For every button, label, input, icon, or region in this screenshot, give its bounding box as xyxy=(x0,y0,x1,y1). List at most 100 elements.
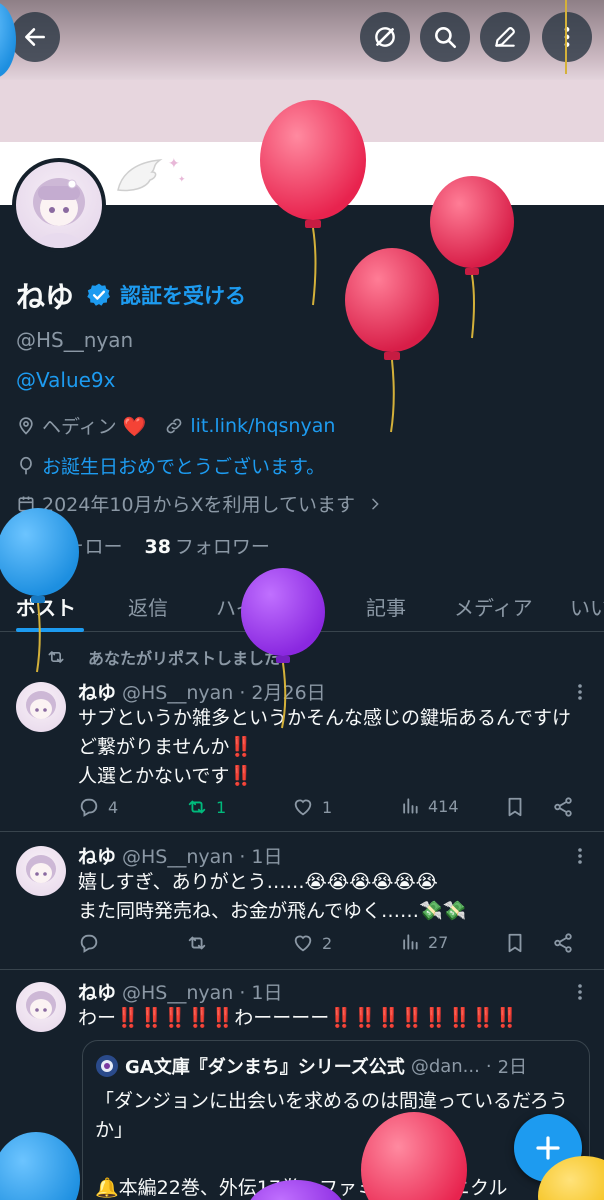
post-author-handle: @HS__nyan xyxy=(122,846,234,868)
post-more-icon[interactable] xyxy=(572,682,588,702)
plus-icon xyxy=(536,1136,560,1160)
svg-text:✦: ✦ xyxy=(178,175,186,185)
followers-link[interactable]: 38 フォロワー xyxy=(144,532,269,559)
back-arrow-icon xyxy=(25,28,45,46)
post-more-icon[interactable] xyxy=(572,982,588,1002)
quote-author-handle: @dan... xyxy=(410,1055,480,1077)
quote-text: 「ダンジョンに出会いを求めるのは間違っているだろうか」 🔔本編22巻、外伝17巻… xyxy=(95,1090,568,1199)
location-icon xyxy=(19,416,33,435)
post-actions: 4 1 1 414 xyxy=(78,796,588,822)
post-item[interactable]: ねゆ @HS__nyan · 1日 嬉しすぎ、ありがとう……😭😭😭😭😭😭 また同… xyxy=(0,832,604,970)
views-icon xyxy=(403,798,418,814)
tab-posts[interactable]: ポスト xyxy=(16,592,76,621)
post-header: ねゆ @HS__nyan · 2月26日 xyxy=(78,678,326,705)
followers-label: フォロワー xyxy=(174,536,270,558)
meta-joined[interactable]: 2024年10月からXを利用しています xyxy=(16,490,383,517)
compose-button[interactable] xyxy=(514,1114,582,1182)
repost-button[interactable]: 1 xyxy=(186,796,226,818)
views-icon xyxy=(403,934,418,950)
following-link[interactable]: 41 フォロー xyxy=(16,532,122,559)
verified-badge-icon xyxy=(87,283,110,306)
post-separator: · xyxy=(239,982,246,1004)
post-more-icon[interactable] xyxy=(572,846,588,866)
joined-text: 2024年10月からXを利用しています xyxy=(42,494,355,516)
tab-articles[interactable]: 記事 xyxy=(366,592,406,621)
tab-replies[interactable]: 返信 xyxy=(128,592,168,621)
share-icon[interactable] xyxy=(552,932,574,954)
active-tab-indicator xyxy=(16,628,84,632)
avatar-illustration xyxy=(26,991,56,1019)
meta-birthday: お誕生日おめでとうございます。 xyxy=(16,452,325,479)
post-header: ねゆ @HS__nyan · 1日 xyxy=(78,978,282,1005)
repost-notice: あなたがリポストしました xyxy=(46,645,280,669)
repost-icon xyxy=(188,800,206,814)
search-button[interactable] xyxy=(420,12,470,62)
post-date[interactable]: 1日 xyxy=(251,842,282,869)
svg-text:✦: ✦ xyxy=(168,156,180,172)
following-count: 41 xyxy=(16,536,43,558)
post-author-name[interactable]: ねゆ xyxy=(78,978,116,1005)
post-avatar[interactable] xyxy=(16,682,66,732)
like-count: 2 xyxy=(322,933,333,953)
chevron-right-icon xyxy=(372,498,379,509)
post-separator: · xyxy=(239,846,246,868)
post-avatar[interactable] xyxy=(16,982,66,1032)
tab-likes[interactable]: いい xyxy=(570,592,604,621)
views-button[interactable]: 27 xyxy=(400,932,448,952)
balloon-red-3 xyxy=(345,248,439,433)
tab-highlights[interactable]: ハイライト xyxy=(216,592,316,621)
wing-sticker-icon: ✦ ✦ xyxy=(117,156,186,192)
like-button[interactable]: 1 xyxy=(292,796,332,818)
follow-stats: 41 フォロー 38 フォロワー xyxy=(16,532,270,559)
avatar-illustration xyxy=(26,855,56,883)
back-button[interactable] xyxy=(10,12,60,62)
post-date[interactable]: 1日 xyxy=(251,978,282,1005)
website-link[interactable]: lit.link/hqsnyan xyxy=(190,415,335,437)
repost-button[interactable] xyxy=(186,932,216,954)
get-verified-link[interactable]: 認証を受ける xyxy=(86,280,246,310)
avatar-illustration xyxy=(33,178,85,248)
reply-button[interactable] xyxy=(78,932,108,954)
post-author-name[interactable]: ねゆ xyxy=(78,842,116,869)
like-button[interactable]: 2 xyxy=(292,932,332,954)
heart-icon xyxy=(294,935,312,952)
more-options-button[interactable] xyxy=(542,12,592,62)
quote-avatar-icon xyxy=(96,1055,118,1077)
profile-name: ねゆ xyxy=(16,280,75,314)
profile-handle: @HS__nyan xyxy=(16,328,134,352)
view-count: 27 xyxy=(428,932,449,952)
grok-button[interactable] xyxy=(360,12,410,62)
birthday-text[interactable]: お誕生日おめでとうございます。 xyxy=(42,452,325,479)
repost-icon xyxy=(48,651,64,663)
profile-tabs: ポスト 返信 ハイライト 記事 メディア いい xyxy=(0,580,604,632)
post-author-name[interactable]: ねゆ xyxy=(78,678,116,705)
reply-count: 4 xyxy=(108,797,119,817)
tab-media[interactable]: メディア xyxy=(454,592,533,621)
views-button[interactable]: 414 xyxy=(400,796,459,816)
post-item[interactable]: ねゆ @HS__nyan · 2月26日 サブというか雑多というかそんな感じの鍵… xyxy=(0,672,604,832)
banner-pink-band xyxy=(0,80,604,142)
post-author-handle: @HS__nyan xyxy=(122,682,234,704)
post-text: サブというか雑多というかそんな感じの鍵垢あるんですけど繋がりませんか‼️ 人選と… xyxy=(78,707,572,787)
bio-mention-link[interactable]: @Value9x xyxy=(16,368,115,392)
edit-profile-button[interactable] xyxy=(480,12,530,62)
like-count: 1 xyxy=(322,797,333,817)
followers-count: 38 xyxy=(144,536,171,558)
post-text: 嬉しすぎ、ありがとう……😭😭😭😭😭😭 また同時発売ね、お金が飛んでゆく……💸💸 xyxy=(78,871,467,922)
post-date[interactable]: 2月26日 xyxy=(251,678,325,705)
post-separator: · xyxy=(239,682,246,704)
repost-notice-text: あなたがリポストしました xyxy=(88,649,281,668)
repost-icon xyxy=(188,936,206,950)
bookmark-icon[interactable] xyxy=(504,932,526,954)
share-icon[interactable] xyxy=(552,796,574,818)
quoted-post[interactable]: GA文庫『ダンまち』シリーズ公式 @dan... · 2日 「ダンジョンに出会い… xyxy=(82,1040,590,1200)
edit-icon xyxy=(495,27,515,47)
reply-button[interactable]: 4 xyxy=(78,796,118,818)
repost-count: 1 xyxy=(216,797,227,817)
bookmark-icon[interactable] xyxy=(504,796,526,818)
post-text: わー‼️‼️‼️‼️‼️わーーーー‼️‼️‼️‼️‼️‼️‼️‼️ xyxy=(78,1007,519,1029)
profile-avatar[interactable] xyxy=(12,158,106,252)
post-avatar[interactable] xyxy=(16,846,66,896)
link-icon xyxy=(167,418,182,433)
meta-location-website: ヘディン ❤️ lit.link/hqsnyan xyxy=(16,412,335,439)
